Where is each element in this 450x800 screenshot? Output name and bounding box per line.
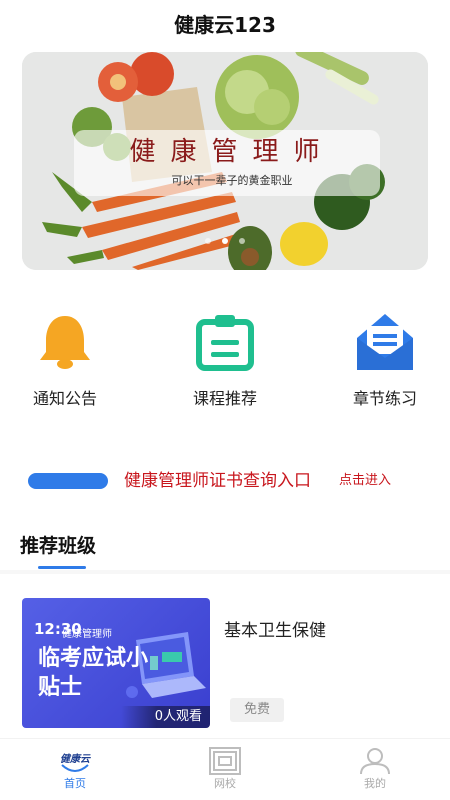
quick-nav-practice[interactable]: 章节练习	[320, 312, 450, 412]
quick-nav: 通知公告 课程推荐 章节练习	[0, 312, 450, 422]
quick-nav-notice[interactable]: 通知公告	[0, 312, 130, 412]
quick-nav-label: 章节练习	[352, 389, 417, 408]
thumbnail-brand: 健康管理师	[62, 629, 112, 640]
quick-nav-courses[interactable]: 课程推荐	[160, 312, 290, 412]
carousel-dot-active[interactable]	[222, 238, 228, 244]
section-title: 推荐班级	[20, 535, 97, 557]
banner-carousel[interactable]: 健康管理师 可以干一辈子的黄金职业	[22, 52, 428, 270]
home-logo-text: 健康云	[60, 754, 90, 765]
thumbnail-headline: 临考应试小贴士	[38, 646, 149, 700]
carousel-dot[interactable]	[239, 238, 246, 244]
course-thumbnail[interactable]: 12:30 健康管理师 临考应试小贴士 0人观看	[22, 598, 210, 728]
clipboard-icon	[196, 315, 254, 371]
quick-nav-label: 课程推荐	[192, 389, 257, 408]
cert-pill-decoration	[28, 473, 108, 489]
banner-title: 健康管理师	[129, 137, 335, 167]
price-badge: 免费	[230, 698, 284, 722]
divider	[0, 570, 450, 574]
mail-icon	[357, 314, 413, 370]
school-icon	[209, 747, 241, 775]
carousel-indicator[interactable]	[22, 229, 428, 248]
bell-icon	[40, 316, 90, 369]
tab-home[interactable]: 健康云 首页	[0, 739, 150, 800]
course-card[interactable]: 12:30 健康管理师 临考应试小贴士 0人观看 基本卫生保健 免费	[22, 598, 432, 728]
bottom-tab-bar: 健康云 首页 网校 我的	[0, 738, 450, 800]
cert-query-action[interactable]: 点击进入	[339, 470, 391, 492]
quick-nav-label: 通知公告	[32, 389, 97, 408]
course-title[interactable]: 基本卫生保健	[224, 616, 326, 641]
user-icon	[360, 748, 390, 775]
view-count: 0人观看	[120, 706, 210, 728]
tab-school[interactable]: 网校	[150, 739, 300, 800]
cert-query-entry[interactable]: 健康管理师证书查询入口 点击进入	[28, 468, 428, 494]
tab-label: 我的	[364, 777, 386, 790]
tab-profile[interactable]: 我的	[300, 739, 450, 800]
section-title-underline	[38, 566, 86, 569]
banner-subtitle: 可以干一辈子的黄金职业	[171, 174, 293, 187]
app-title: 健康云123	[174, 13, 276, 37]
tab-label: 网校	[214, 777, 236, 790]
carousel-dot[interactable]	[204, 238, 211, 244]
tab-label: 首页	[64, 777, 86, 790]
cert-query-text[interactable]: 健康管理师证书查询入口	[124, 468, 311, 494]
